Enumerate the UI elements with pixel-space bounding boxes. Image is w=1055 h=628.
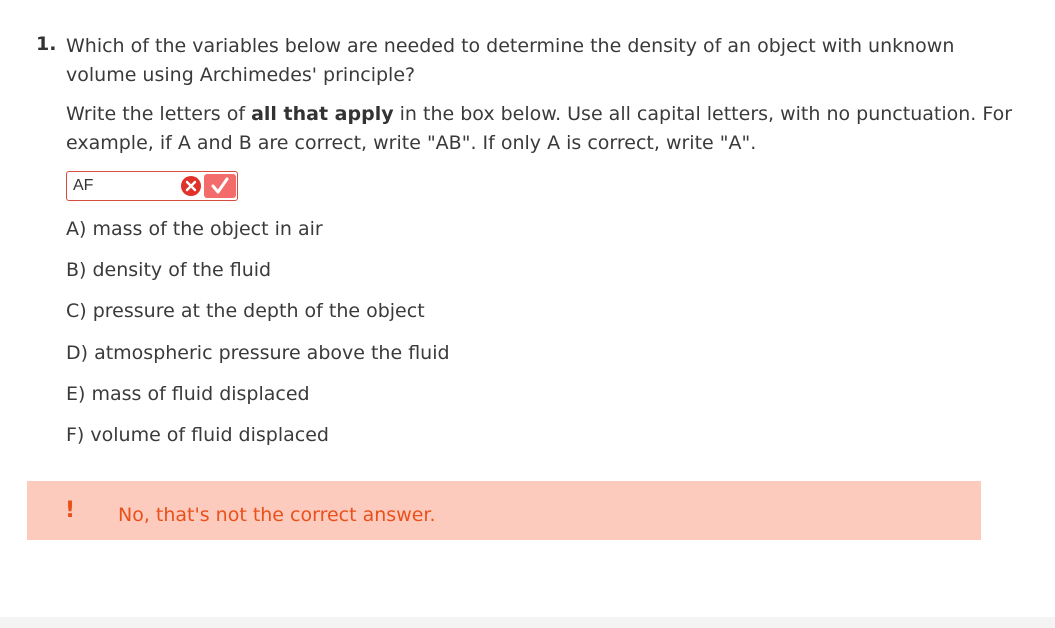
feedback-banner: ! No, that's not the correct answer. (27, 481, 981, 540)
option-f: F) volume of fluid displaced (66, 423, 329, 446)
answer-field-container (66, 171, 238, 201)
exclamation-icon: ! (65, 498, 76, 523)
answer-input[interactable] (73, 175, 173, 197)
option-e: E) mass of fluid displaced (66, 382, 310, 405)
option-a: A) mass of the object in air (66, 218, 323, 240)
instructions-lead: Write the letters of (66, 103, 252, 125)
page-footer-strip (0, 617, 1055, 628)
question-text: Which of the variables below are needed … (66, 35, 955, 86)
option-d: D) atmospheric pressure above the fluid (66, 341, 450, 364)
question-page: 1. Which of the variables below are need… (0, 0, 1055, 628)
check-answer-button[interactable] (204, 174, 236, 198)
option-b: B) density of the fluid (66, 259, 272, 282)
answer-options-list: A) mass of the object in air B) density … (66, 215, 450, 462)
option-c: C) pressure at the depth of the object (66, 300, 425, 323)
instructions: Write the letters of all that apply in t… (66, 100, 1026, 158)
feedback-message: No, that's not the correct answer. (118, 504, 436, 526)
incorrect-x-icon (181, 176, 201, 196)
instructions-emphasis: all that apply (251, 103, 394, 125)
question-number: 1. (36, 33, 57, 55)
